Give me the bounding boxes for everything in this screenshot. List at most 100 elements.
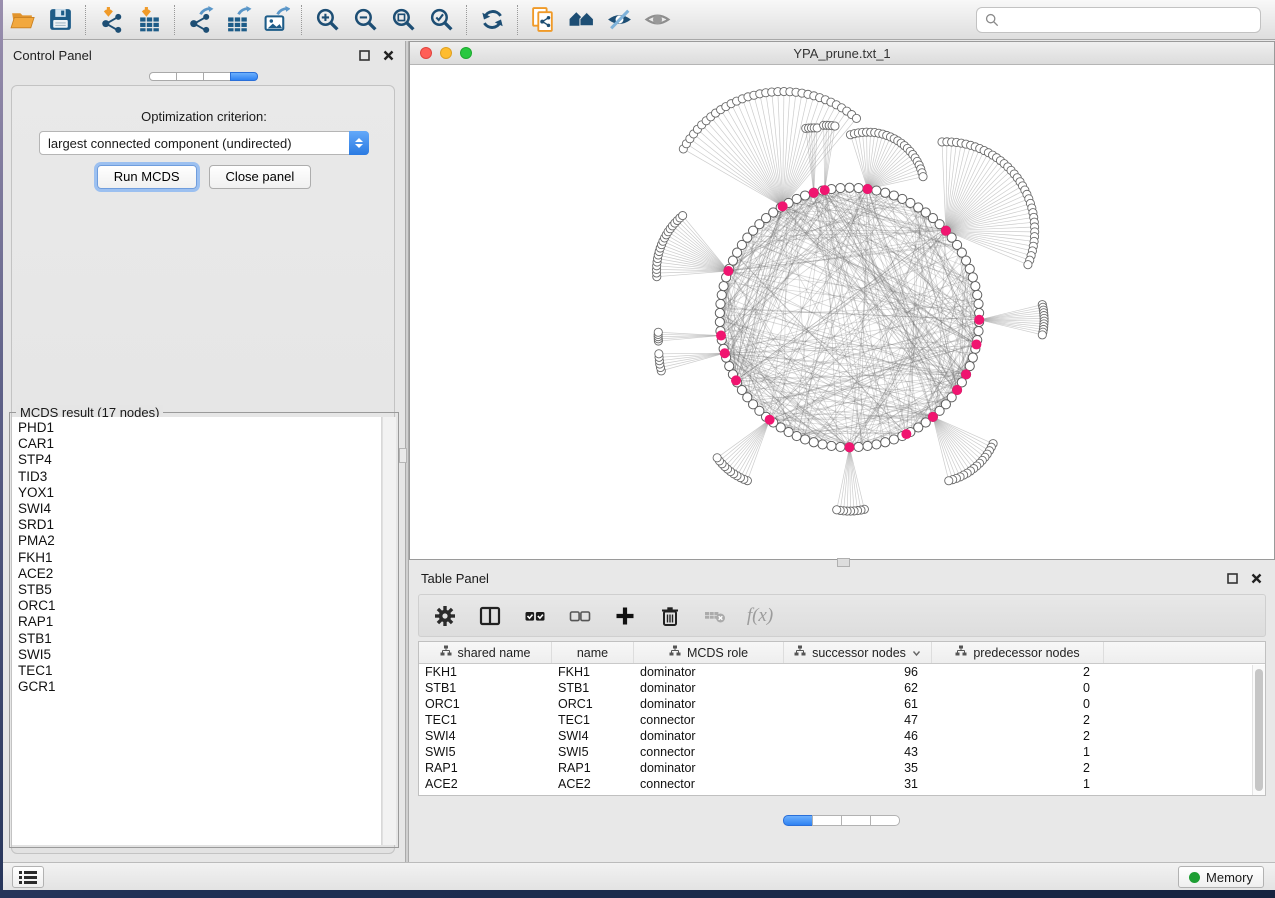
column-header[interactable]: MCDS role xyxy=(634,642,784,663)
close-table-panel-icon[interactable] xyxy=(1249,572,1263,586)
export-table-button[interactable] xyxy=(219,4,257,36)
table-row[interactable]: RAP1 RAP1 dominator 35 2 xyxy=(419,760,1265,776)
show-columns-button[interactable] xyxy=(476,602,504,630)
zoom-in-button[interactable] xyxy=(308,4,346,36)
mcds-result-item[interactable]: SWI5 xyxy=(18,647,381,663)
table-row[interactable]: YOX1 YOX1 connector 29 1 xyxy=(419,792,1265,796)
eye-icon xyxy=(644,6,671,33)
zoom-out-button[interactable] xyxy=(346,4,384,36)
save-session-button[interactable] xyxy=(41,4,79,36)
table-tab[interactable] xyxy=(783,815,813,826)
column-header[interactable]: name xyxy=(552,642,634,663)
network-canvas[interactable] xyxy=(410,65,1274,559)
hide-selected-button[interactable] xyxy=(600,4,638,36)
table-row[interactable]: FKH1 FKH1 dominator 96 2 xyxy=(419,664,1265,680)
table-row[interactable]: ACE2 ACE2 connector 31 1 xyxy=(419,776,1265,792)
vertical-splitter-handle[interactable] xyxy=(399,448,407,463)
control-panel-tab[interactable] xyxy=(230,72,258,81)
export-image-icon xyxy=(263,6,290,33)
close-panel-button[interactable]: Close panel xyxy=(209,165,312,189)
import-network-icon xyxy=(98,6,125,33)
mcds-result-item[interactable]: YOX1 xyxy=(18,485,381,501)
mcds-result-item[interactable]: GCR1 xyxy=(18,679,381,695)
zoom-selected-button[interactable] xyxy=(422,4,460,36)
export-image-button[interactable] xyxy=(257,4,295,36)
mcds-result-item[interactable]: PHD1 xyxy=(18,420,381,436)
mcds-result-item[interactable]: CAR1 xyxy=(18,436,381,452)
add-column-button[interactable] xyxy=(611,602,639,630)
control-panel-tabs xyxy=(3,72,405,81)
search-input[interactable] xyxy=(1005,13,1252,28)
optimization-dropdown[interactable]: largest connected component (undirected) xyxy=(39,131,369,155)
mcds-result-item[interactable]: ACE2 xyxy=(18,566,381,582)
table-row[interactable]: SWI5 SWI5 connector 43 1 xyxy=(419,744,1265,760)
network-window-titlebar: YPA_prune.txt_1 xyxy=(410,42,1274,65)
control-panel-tab[interactable] xyxy=(203,72,231,81)
zoom-fit-button[interactable] xyxy=(384,4,422,36)
run-mcds-button[interactable]: Run MCDS xyxy=(97,165,197,189)
table-row[interactable]: SWI4 SWI4 dominator 46 2 xyxy=(419,728,1265,744)
first-neighbors-button[interactable] xyxy=(562,4,600,36)
export-network-icon xyxy=(187,6,214,33)
checked-boxes-icon xyxy=(524,605,546,627)
column-header[interactable]: successor nodes xyxy=(784,642,932,663)
import-network-button[interactable] xyxy=(92,4,130,36)
function-builder-button[interactable]: f(x) xyxy=(746,602,774,630)
column-header[interactable]: shared name xyxy=(419,642,552,663)
mcds-result-list: PHD1CAR1STP4TID3YOX1SWI4SRD1PMA2FKH1ACE2… xyxy=(12,417,382,845)
open-file-button[interactable] xyxy=(3,4,41,36)
export-network-button[interactable] xyxy=(181,4,219,36)
eye-slash-icon xyxy=(606,6,633,33)
table-settings-button[interactable] xyxy=(431,602,459,630)
delete-table-button[interactable] xyxy=(701,602,729,630)
mcds-result-item[interactable]: STP4 xyxy=(18,452,381,468)
toolbar-separator xyxy=(85,5,86,35)
network-graph[interactable] xyxy=(410,65,1274,559)
table-tab[interactable] xyxy=(841,815,871,826)
mcds-result-item[interactable]: TID3 xyxy=(18,469,381,485)
mcds-result-item[interactable]: ORC1 xyxy=(18,598,381,614)
mcds-result-item[interactable]: PMA2 xyxy=(18,533,381,549)
optimization-selected-value: largest connected component (undirected) xyxy=(40,136,349,151)
column-header[interactable]: predecessor nodes xyxy=(932,642,1104,663)
show-all-button[interactable] xyxy=(638,4,676,36)
mcds-list-scrollbar[interactable] xyxy=(382,417,396,845)
mcds-result-item[interactable]: STB5 xyxy=(18,582,381,598)
refresh-button[interactable] xyxy=(473,4,511,36)
memory-button[interactable]: Memory xyxy=(1178,866,1264,888)
select-all-button[interactable] xyxy=(521,602,549,630)
mcds-result-item[interactable]: FKH1 xyxy=(18,550,381,566)
toolbar-separator xyxy=(174,5,175,35)
table-tab[interactable] xyxy=(812,815,842,826)
float-panel-icon[interactable] xyxy=(357,48,371,62)
column-type-icon xyxy=(955,645,967,660)
table-tab[interactable] xyxy=(870,815,900,826)
table-scrollbar-thumb[interactable] xyxy=(1255,669,1263,791)
share-document-button[interactable] xyxy=(524,4,562,36)
mcds-result-item[interactable]: RAP1 xyxy=(18,614,381,630)
mcds-result-item[interactable]: SRD1 xyxy=(18,517,381,533)
share-document-icon xyxy=(530,6,557,33)
zoom-selected-icon xyxy=(428,6,455,33)
mcds-result-item[interactable]: TEC1 xyxy=(18,663,381,679)
table-scrollbar[interactable] xyxy=(1252,665,1265,795)
column-type-icon xyxy=(440,645,452,660)
table-row[interactable]: STB1 STB1 dominator 62 0 xyxy=(419,680,1265,696)
table-panel-title: Table Panel xyxy=(421,571,489,586)
float-table-panel-icon[interactable] xyxy=(1225,572,1239,586)
task-history-button[interactable] xyxy=(12,866,44,888)
table-row[interactable]: ORC1 ORC1 dominator 61 0 xyxy=(419,696,1265,712)
close-panel-icon[interactable] xyxy=(381,48,395,62)
memory-status-icon xyxy=(1189,872,1200,883)
zoom-fit-icon xyxy=(390,6,417,33)
control-panel-tab[interactable] xyxy=(176,72,204,81)
deselect-all-button[interactable] xyxy=(566,602,594,630)
node-table-body: FKH1 FKH1 dominator 96 2 STB1 STB1 domin… xyxy=(419,664,1265,796)
mcds-result-item[interactable]: STB1 xyxy=(18,631,381,647)
table-row[interactable]: TEC1 TEC1 connector 47 2 xyxy=(419,712,1265,728)
mcds-result-item[interactable]: SWI4 xyxy=(18,501,381,517)
network-view-window: YPA_prune.txt_1 xyxy=(409,41,1275,560)
delete-column-button[interactable] xyxy=(656,602,684,630)
control-panel-tab[interactable] xyxy=(149,72,177,81)
import-table-button[interactable] xyxy=(130,4,168,36)
